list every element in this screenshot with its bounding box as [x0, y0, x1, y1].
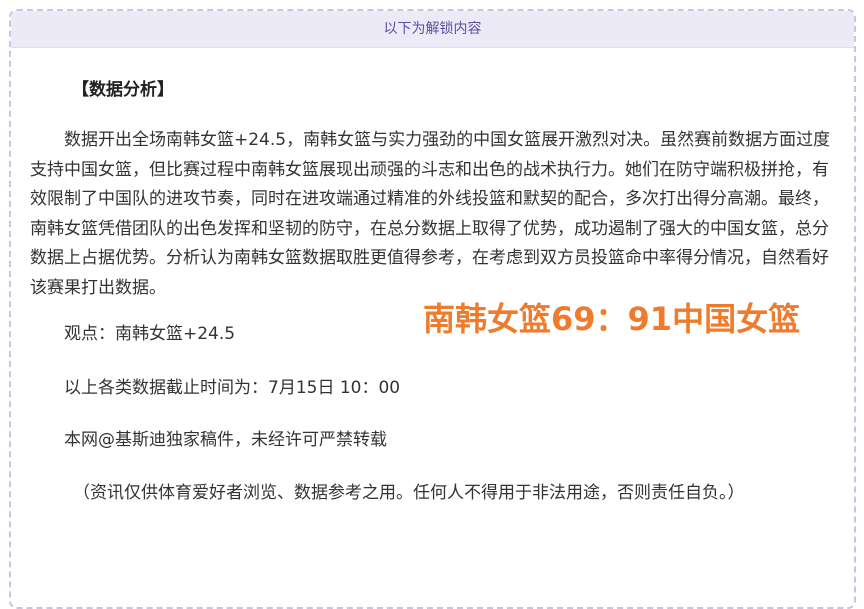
disclaimer-line: （资讯仅供体育爱好者浏览、数据参考之用。任何人不得用于非法用途，否则责任自负。） — [73, 483, 745, 503]
unlock-content-box: 以下为解锁内容 【数据分析】 数据开出全场南韩女篮+24.5，南韩女篮与实力强劲… — [9, 9, 856, 609]
copyright-line: 本网@基斯迪独家稿件，未经许可严禁转载 — [64, 430, 387, 450]
score-overlay: 南韩女篮69：91中国女篮 — [423, 300, 801, 338]
analysis-paragraph: 数据开出全场南韩女篮+24.5，南韩女篮与实力强劲的中国女篮展开激烈对决。虽然赛… — [30, 130, 831, 298]
viewpoint-line: 观点：南韩女篮+24.5 — [64, 324, 236, 344]
unlock-header: 以下为解锁内容 — [11, 11, 854, 48]
section-title: 【数据分析】 — [72, 80, 174, 100]
cutoff-time-line: 以上各类数据截止时间为：7月15日 10：00 — [64, 378, 401, 398]
unlock-header-label: 以下为解锁内容 — [383, 21, 482, 37]
